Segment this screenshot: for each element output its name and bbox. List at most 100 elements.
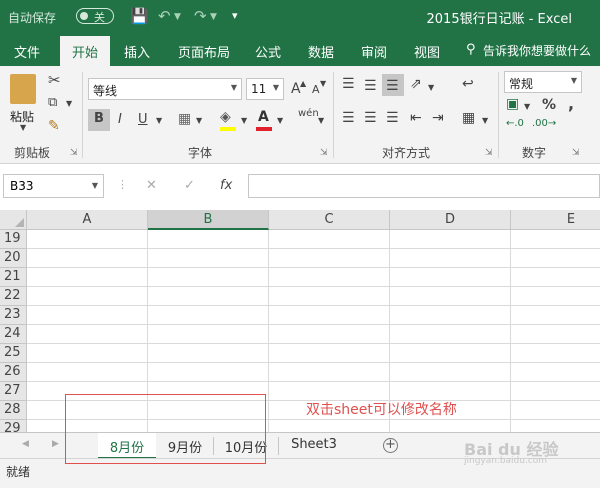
name-box[interactable]: B33 ▼: [3, 174, 104, 198]
italic-button[interactable]: I: [118, 112, 122, 127]
font-launcher-icon[interactable]: ⇲: [320, 148, 328, 158]
insert-function-button[interactable]: fx: [220, 178, 232, 193]
paste-icon[interactable]: [10, 74, 36, 104]
tab-review[interactable]: 审阅: [361, 42, 387, 61]
save-icon[interactable]: 💾: [130, 7, 149, 25]
chevron-down-icon: ▼: [570, 76, 577, 85]
tab-file[interactable]: 文件: [14, 42, 40, 61]
ribbon-tabs: 文件 开始 插入 页面布局 公式 数据 审阅 视图 ⚲ 告诉我你想要做什么: [0, 32, 600, 66]
divider: [498, 72, 499, 158]
ribbon: 粘贴 ▼ ✂ ⧉ ▼ ✎ 剪贴板 ⇲ 等线 ▼ 11 ▼ A ▲ A ▼ B I…: [0, 66, 600, 164]
percent-button[interactable]: %: [542, 97, 556, 113]
column-header-a[interactable]: A: [27, 210, 148, 230]
paste-dropdown-icon[interactable]: ▼: [20, 123, 26, 132]
add-sheet-icon[interactable]: +: [383, 438, 398, 453]
copy-dropdown-icon[interactable]: ▼: [66, 99, 72, 108]
redo-icon[interactable]: ↷: [194, 7, 207, 25]
customize-qat-icon[interactable]: ▾: [232, 9, 238, 22]
row-header[interactable]: 28: [0, 401, 27, 420]
merge-center-icon[interactable]: ▦: [462, 110, 475, 126]
column-header-e[interactable]: E: [511, 210, 600, 230]
tab-view[interactable]: 视图: [414, 42, 440, 61]
increase-indent-icon[interactable]: ⇥: [432, 110, 444, 126]
tab-data[interactable]: 数据: [308, 42, 334, 61]
scroll-right-icon[interactable]: ▶: [52, 439, 59, 449]
watermark-sub: jingyan.baidu.com: [464, 456, 548, 466]
undo-icon[interactable]: ↶: [158, 7, 171, 25]
window-title: 2015银行日记账 - Excel: [426, 12, 572, 27]
group-label-number: 数字: [522, 146, 547, 160]
annotation-highlight-box: [65, 394, 266, 464]
row-header[interactable]: 21: [0, 268, 27, 287]
font-color-icon[interactable]: A: [258, 109, 269, 125]
decrease-decimal-icon[interactable]: .00→: [532, 118, 556, 129]
borders-icon[interactable]: ▦: [178, 111, 191, 127]
row-header[interactable]: 27: [0, 382, 27, 401]
formula-input[interactable]: [248, 174, 600, 198]
align-bottom-button[interactable]: ☰: [382, 74, 404, 96]
align-right-icon[interactable]: ☰: [386, 110, 399, 126]
sheet-tab-sheet3[interactable]: Sheet3: [280, 433, 348, 459]
tab-insert[interactable]: 插入: [124, 42, 150, 61]
select-all-button[interactable]: [0, 210, 27, 230]
font-color-dropdown-icon[interactable]: ▼: [277, 116, 283, 125]
row-header[interactable]: 19: [0, 230, 27, 249]
align-top-icon[interactable]: ☰: [342, 76, 355, 92]
increase-decimal-icon[interactable]: ←.0: [506, 118, 524, 129]
column-header-d[interactable]: D: [390, 210, 511, 230]
copy-icon[interactable]: ⧉: [48, 95, 57, 110]
orientation-dropdown-icon[interactable]: ▼: [428, 83, 434, 92]
tab-home[interactable]: 开始: [60, 36, 111, 66]
tab-page-layout[interactable]: 页面布局: [178, 42, 230, 61]
enter-icon[interactable]: ✓: [184, 178, 195, 193]
tell-me-box[interactable]: 告诉我你想要做什么: [483, 42, 591, 59]
alignment-launcher-icon[interactable]: ⇲: [485, 148, 493, 158]
accounting-format-icon[interactable]: ▣: [506, 96, 519, 112]
merge-dropdown-icon[interactable]: ▼: [482, 116, 488, 125]
shrink-font-button[interactable]: A: [312, 83, 320, 96]
align-left-icon[interactable]: ☰: [342, 110, 355, 126]
row-header[interactable]: 26: [0, 363, 27, 382]
comma-button[interactable]: ,: [568, 94, 574, 113]
column-header-b[interactable]: B: [148, 210, 269, 230]
wrap-text-icon[interactable]: ↩: [462, 76, 474, 92]
autosave-toggle[interactable]: 关: [76, 8, 114, 24]
row-header[interactable]: 22: [0, 287, 27, 306]
orientation-icon[interactable]: ⇗: [410, 76, 422, 92]
fill-color-dropdown-icon[interactable]: ▼: [241, 116, 247, 125]
underline-button[interactable]: U: [138, 112, 148, 127]
fill-color-icon[interactable]: ◈: [220, 109, 231, 125]
row-header[interactable]: 20: [0, 249, 27, 268]
column-header-c[interactable]: C: [269, 210, 390, 230]
bold-button[interactable]: B: [88, 109, 110, 131]
phonetic-dropdown-icon[interactable]: ▼: [318, 116, 324, 125]
font-size-combo[interactable]: 11 ▼: [246, 78, 284, 100]
format-painter-icon[interactable]: ✎: [48, 118, 60, 134]
redo-dropdown-icon[interactable]: ▼: [210, 12, 217, 22]
row-header[interactable]: 25: [0, 344, 27, 363]
align-middle-icon[interactable]: ☰: [364, 78, 377, 94]
shrink-font-arrow-icon: ▼: [320, 79, 327, 88]
row-header[interactable]: 24: [0, 325, 27, 344]
undo-dropdown-icon[interactable]: ▼: [174, 12, 181, 22]
borders-dropdown-icon[interactable]: ▼: [196, 116, 202, 125]
align-center-icon[interactable]: ☰: [364, 110, 377, 126]
chevron-down-icon: ▼: [272, 83, 279, 92]
chevron-down-icon: ▼: [230, 83, 237, 92]
underline-dropdown-icon[interactable]: ▼: [156, 116, 162, 125]
number-launcher-icon[interactable]: ⇲: [572, 148, 580, 158]
scroll-left-icon[interactable]: ◀: [22, 439, 29, 449]
row-header[interactable]: 29: [0, 420, 27, 432]
font-name-combo[interactable]: 等线 ▼: [88, 78, 242, 100]
chevron-down-icon: ▼: [91, 181, 98, 190]
decrease-indent-icon[interactable]: ⇤: [410, 110, 422, 126]
number-format-combo[interactable]: 常规 ▼: [504, 71, 582, 93]
cancel-icon[interactable]: ✕: [146, 178, 157, 193]
phonetic-guide-icon[interactable]: wén: [298, 108, 319, 119]
tab-formulas[interactable]: 公式: [255, 42, 281, 61]
row-header[interactable]: 23: [0, 306, 27, 325]
clipboard-launcher-icon[interactable]: ⇲: [70, 148, 78, 158]
accounting-dropdown-icon[interactable]: ▼: [524, 102, 530, 111]
gridline: [27, 305, 600, 306]
cut-icon[interactable]: ✂: [48, 71, 61, 89]
